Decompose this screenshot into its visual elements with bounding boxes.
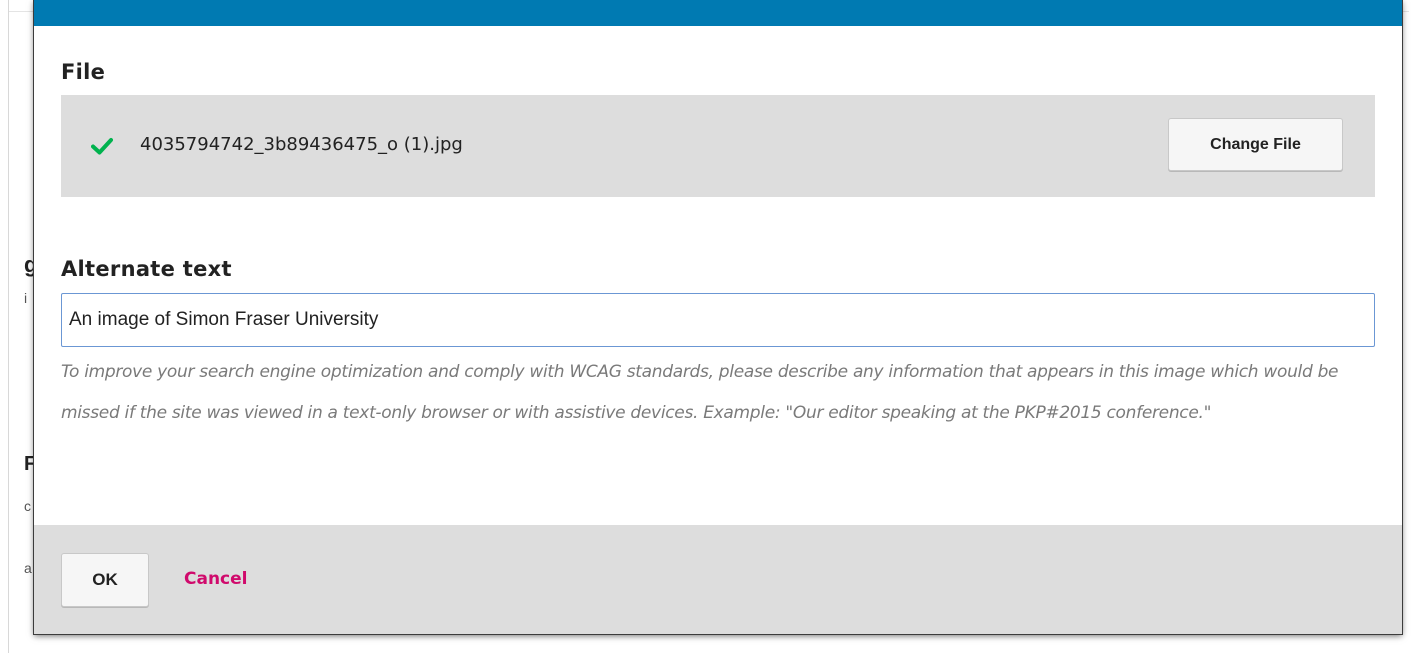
check-icon	[91, 138, 113, 155]
alternate-text-heading: Alternate text	[61, 257, 232, 281]
file-heading: File	[61, 60, 106, 84]
ok-button[interactable]: OK	[61, 553, 149, 607]
change-file-button[interactable]: Change File	[1168, 118, 1343, 171]
alternate-text-help: To improve your search engine optimizati…	[61, 362, 1339, 423]
image-upload-modal: File 4035794742_3b89436475_o (1).jpg Cha…	[34, 0, 1402, 634]
alternate-text-input[interactable]	[61, 293, 1375, 347]
file-panel: 4035794742_3b89436475_o (1).jpg Change F…	[61, 95, 1375, 197]
modal-footer: OK Cancel	[34, 525, 1402, 634]
background-divider	[8, 0, 9, 653]
modal-header-bar	[34, 0, 1402, 26]
file-name: 4035794742_3b89436475_o (1).jpg	[140, 134, 463, 155]
cancel-link[interactable]: Cancel	[184, 569, 247, 589]
